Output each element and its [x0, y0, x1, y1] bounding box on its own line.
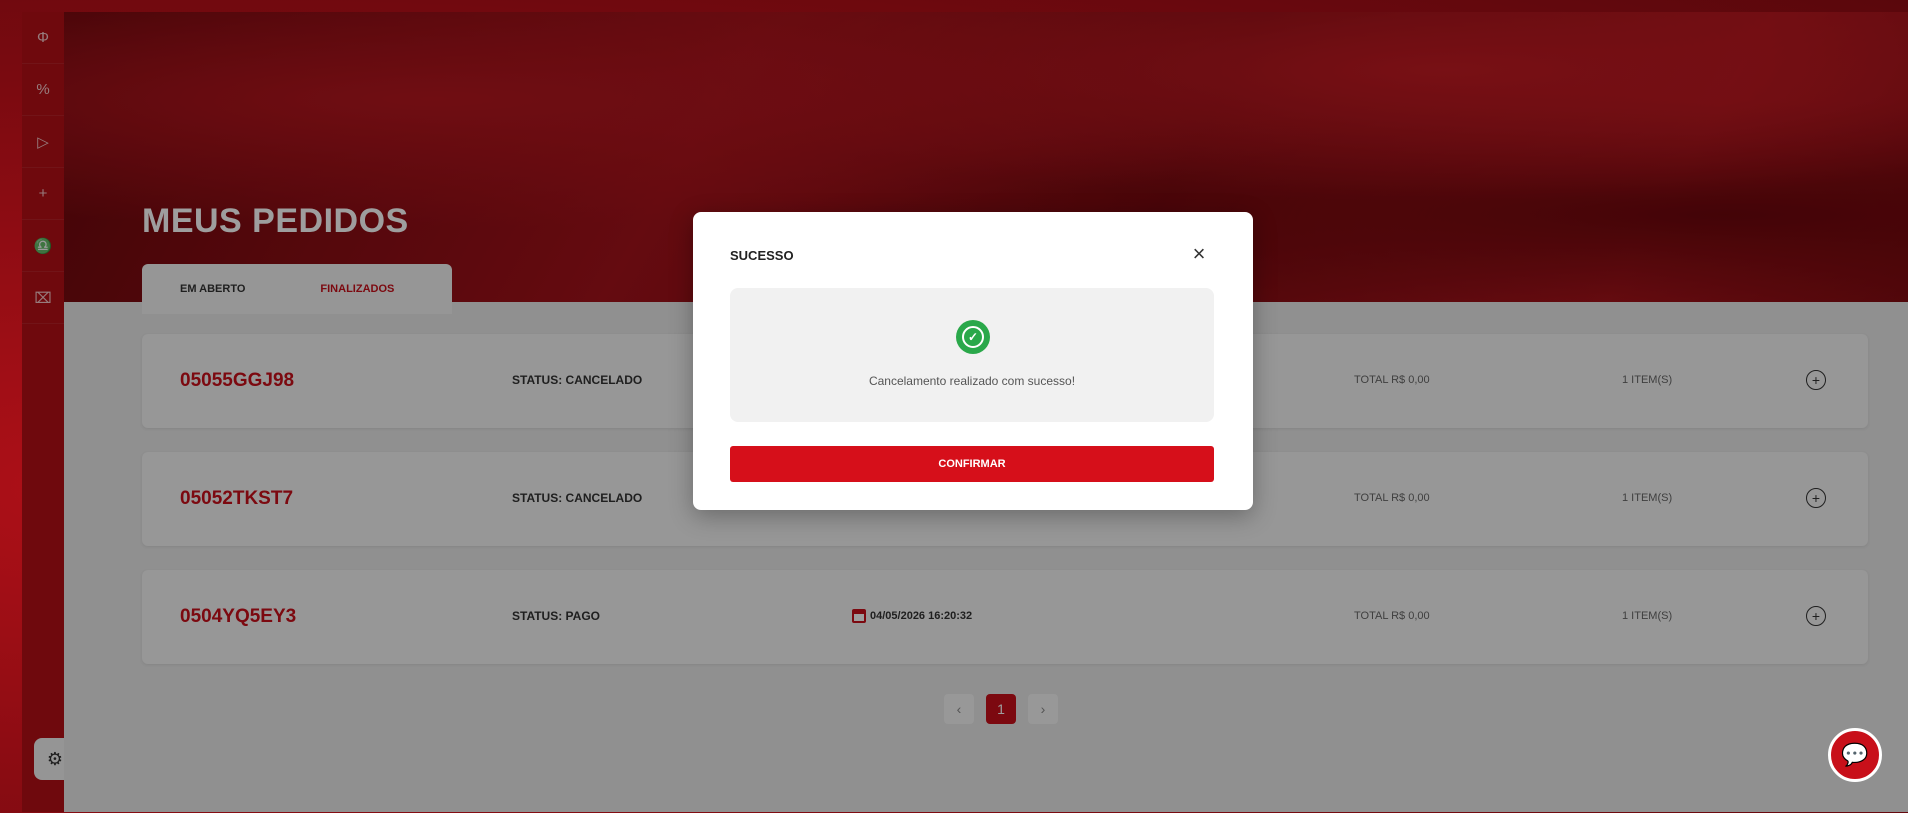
confirm-button[interactable]: CONFIRMAR [730, 446, 1214, 482]
modal-message-box: ✓ Cancelamento realizado com sucesso! [730, 288, 1214, 422]
check-mark: ✓ [962, 326, 984, 348]
success-modal: SUCESSO × ✓ Cancelamento realizado com s… [693, 212, 1253, 510]
modal-title: SUCESSO [730, 248, 794, 263]
check-circle-icon: ✓ [956, 320, 990, 354]
modal-message: Cancelamento realizado com sucesso! [868, 374, 1076, 388]
close-icon[interactable]: × [1187, 241, 1211, 266]
chat-icon[interactable]: 💬 [1828, 728, 1882, 782]
